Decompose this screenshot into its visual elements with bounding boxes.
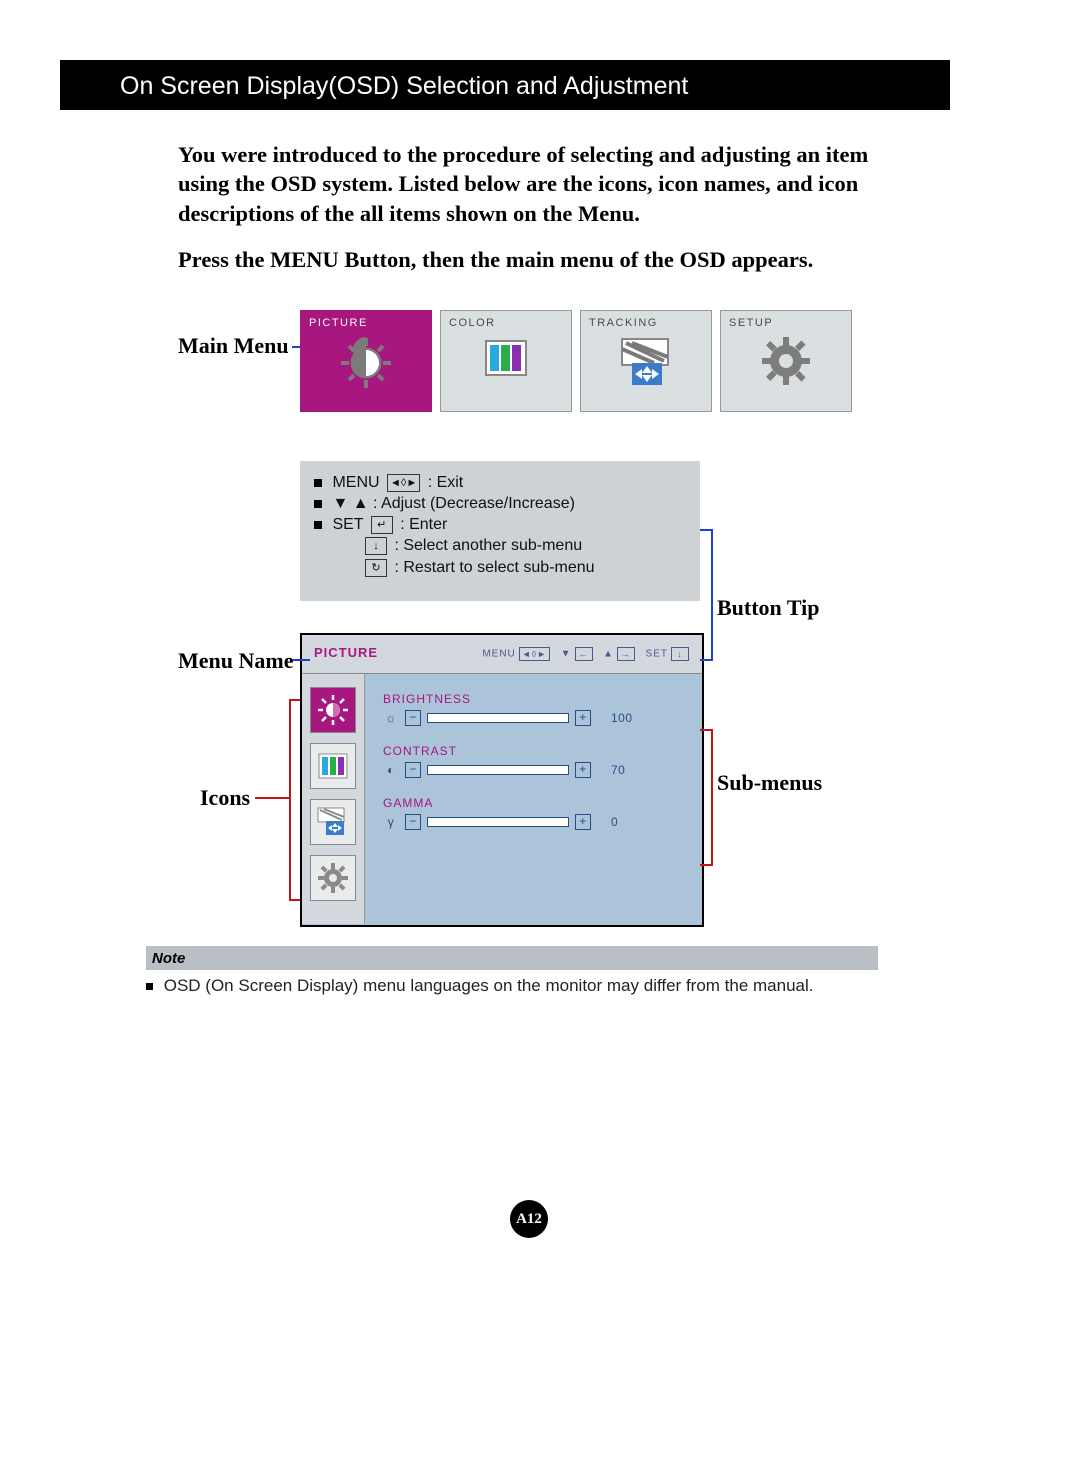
sub-contrast[interactable]: CONTRAST ◐ − + 70 [383,744,686,778]
sub-name: BRIGHTNESS [383,692,686,706]
contrast-icon: ◐ [383,763,399,777]
hint-set: SET [646,649,668,660]
tab-title: TRACKING [589,317,658,329]
hint-right-key-icon: → [617,647,635,661]
button-tips-panel: MENU ◄◊► : Exit ▼ ▲ : Adjust (Decrease/I… [300,461,700,601]
osd-icon-color[interactable] [310,743,356,789]
sub-brightness[interactable]: BRIGHTNESS ☼ − + 100 [383,692,686,726]
gear-icon [721,333,851,403]
plus-icon[interactable]: + [575,762,591,778]
note-body: OSD (On Screen Display) menu languages o… [164,976,814,995]
tip-menu-word: MENU [332,474,379,491]
tip-adjust: ▼ ▲ : Adjust (Decrease/Increase) [314,495,686,513]
brightness-icon [301,333,431,403]
tip-cycle: ↻ : Restart to select sub-menu [314,559,686,577]
label-main-menu: Main Menu [178,333,289,359]
hint-menu: MENU [482,649,515,660]
tip-set: SET ↵ : Enter [314,516,686,534]
up-triangle-icon: ▲ [353,495,369,512]
tab-picture[interactable]: PICTURE [300,310,432,412]
tip-adjust-text: : Adjust (Decrease/Increase) [373,495,575,512]
label-icons: Icons [200,785,250,811]
sub-value: 100 [611,711,645,725]
section-header: On Screen Display(OSD) Selection and Adj… [60,60,950,110]
slider-track[interactable] [427,817,569,827]
color-icon [318,753,348,779]
hint-down-key-icon: ↓ [671,647,689,661]
brightness-icon [316,693,350,727]
bullet-icon [146,983,153,990]
enter-key-icon: ↵ [371,516,393,534]
note-text: OSD (On Screen Display) menu languages o… [146,976,886,996]
sub-gamma[interactable]: GAMMA γ − + 0 [383,796,686,830]
label-menu-name: Menu Name [178,648,293,674]
tip-cycle-text: : Restart to select sub-menu [394,559,594,576]
tip-set-word: SET [332,516,363,533]
label-sub-menus: Sub-menus [717,770,822,796]
minus-icon[interactable]: − [405,814,421,830]
osd-menu-name: PICTURE [314,645,378,660]
osd-icon-setup[interactable] [310,855,356,901]
osd-panel: PICTURE MENU ◄◊► ▼← ▲→ SET↓ [300,633,704,927]
gear-icon [317,862,349,894]
down-triangle-icon: ▼ [332,495,348,512]
tip-menu: MENU ◄◊► : Exit [314,474,686,492]
sub-value: 70 [611,763,645,777]
tab-tracking[interactable]: TRACKING [580,310,712,412]
tip-down-text: : Select another sub-menu [394,538,582,555]
menu-key-icon: ◄◊► [387,474,420,492]
label-button-tip: Button Tip [717,595,820,621]
slider-track[interactable] [427,765,569,775]
tab-setup[interactable]: SETUP [720,310,852,412]
sub-name: GAMMA [383,796,686,810]
osd-submenus: BRIGHTNESS ☼ − + 100 CONTRAST ◐ − [365,674,702,924]
page-number: A12 [510,1200,548,1238]
minus-icon[interactable]: − [405,762,421,778]
note-heading: Note [146,946,878,970]
tracking-icon [581,333,711,403]
osd-icon-column [302,674,365,924]
slider-track[interactable] [427,713,569,723]
osd-header: PICTURE MENU ◄◊► ▼← ▲→ SET↓ [302,635,702,674]
cycle-key-icon: ↻ [365,559,387,577]
hint-down-triangle-icon: ▼ [561,649,572,660]
tab-title: PICTURE [309,317,368,329]
tab-title: SETUP [729,317,773,329]
color-icon [441,333,571,403]
plus-icon[interactable]: + [575,814,591,830]
tip-down: ↓ : Select another sub-menu [314,537,686,555]
intro-paragraph: You were introduced to the procedure of … [178,140,878,228]
osd-icon-tracking[interactable] [310,799,356,845]
plus-icon[interactable]: + [575,710,591,726]
tip-set-text: : Enter [400,516,447,533]
gamma-icon: γ [383,815,399,829]
tab-title: COLOR [449,317,496,329]
minus-icon[interactable]: − [405,710,421,726]
tracking-icon [316,807,350,837]
sub-value: 0 [611,815,645,829]
osd-icon-picture[interactable] [310,687,356,733]
sub-name: CONTRAST [383,744,686,758]
osd-header-hints: MENU ◄◊► ▼← ▲→ SET↓ [482,647,692,661]
hint-menu-key-icon: ◄◊► [519,647,550,661]
hint-left-key-icon: ← [575,647,593,661]
sun-icon: ☼ [383,711,399,725]
main-menu-tabs: PICTURE [300,310,900,420]
tip-menu-text: : Exit [428,474,464,491]
hint-up-triangle-icon: ▲ [603,649,614,660]
down-key-icon: ↓ [365,537,387,555]
tab-color[interactable]: COLOR [440,310,572,412]
press-instruction: Press the MENU Button, then the main men… [178,245,878,274]
